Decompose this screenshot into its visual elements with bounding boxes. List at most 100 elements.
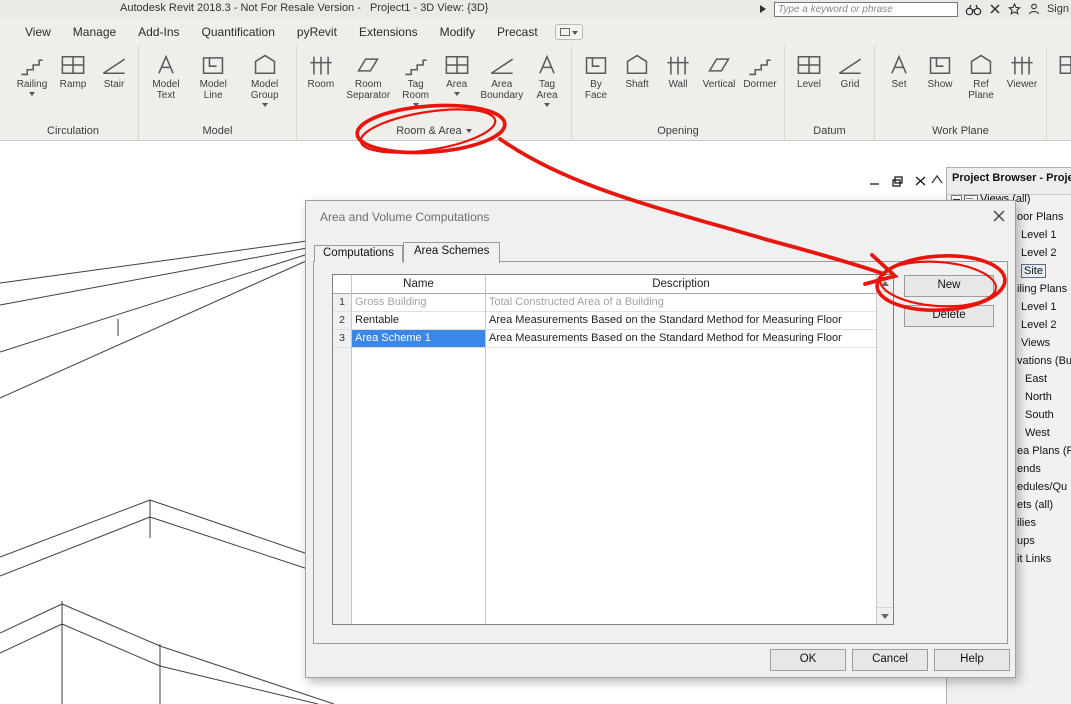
partial-ribbon-group — [1047, 46, 1071, 140]
button-level[interactable]: Level — [789, 50, 829, 90]
rowheader-header-cell — [333, 275, 351, 294]
button-stair[interactable]: Stair — [94, 50, 134, 90]
tree-item-label: Site — [1021, 264, 1046, 278]
tab-modify[interactable]: Modify — [429, 20, 486, 44]
group-label-room-area[interactable]: Room & Area — [297, 121, 571, 140]
button-wall[interactable]: Wall — [658, 50, 698, 90]
row-header-cell[interactable]: 1 — [333, 294, 351, 312]
button-room[interactable]: Room — [301, 50, 341, 90]
tree-item-label: Views — [1021, 337, 1051, 349]
button-label: Area Boundary — [480, 79, 524, 102]
button-model-group[interactable]: Model Group — [238, 50, 292, 110]
tab-extensions[interactable]: Extensions — [348, 20, 429, 44]
button-show[interactable]: Show — [920, 50, 960, 90]
button-label: Area — [446, 79, 468, 90]
button-ramp[interactable]: Ramp — [53, 50, 93, 90]
group-label-work-plane: Work Plane — [875, 121, 1046, 140]
ok-button[interactable]: OK — [770, 649, 846, 671]
button-label: Model Text — [152, 79, 180, 102]
group-label-text: Datum — [813, 124, 846, 137]
button-tag-room[interactable]: Tag Room — [396, 50, 436, 110]
tab-computations[interactable]: Computations — [314, 245, 403, 262]
description-cell[interactable]: Area Measurements Based on the Standard … — [486, 312, 876, 330]
group-label-model: Model — [139, 121, 296, 140]
tab-pyrevit[interactable]: pyRevit — [286, 20, 348, 44]
dropdown-caret-icon — [453, 92, 460, 99]
table-col-name: Name Gross Building Rentable Area Scheme 1 — [352, 275, 486, 624]
tab-quantification[interactable]: Quantification — [191, 20, 286, 44]
scroll-up-icon[interactable] — [877, 275, 893, 292]
button-label: Shaft — [625, 79, 649, 90]
button-room-separator[interactable]: Room Separator — [342, 50, 395, 101]
row-header-cell[interactable]: 3 — [333, 330, 351, 348]
button-set[interactable]: Set — [879, 50, 919, 90]
button-vertical[interactable]: Vertical — [699, 50, 739, 90]
panel-dropdown-icon — [465, 128, 472, 136]
tab-manage[interactable]: Manage — [62, 20, 127, 44]
dialog-close-icon[interactable] — [992, 209, 1006, 223]
button-railing[interactable]: Railing — [12, 50, 52, 99]
button-by-face[interactable]: By Face — [576, 50, 616, 101]
table-col-rowheader: 123 — [333, 275, 352, 624]
button-tag-area[interactable]: Tag Area — [527, 50, 567, 110]
button-label: Show — [927, 79, 953, 90]
table-scrollbar[interactable] — [876, 275, 893, 624]
tab-add-ins[interactable]: Add-Ins — [127, 20, 190, 44]
tree-item-label: oor Plans — [1017, 211, 1064, 223]
button-label: Dormer — [743, 79, 777, 90]
button-area-boundary[interactable]: Area Boundary — [478, 50, 526, 101]
tree-item-label: iling Plans — [1017, 283, 1068, 295]
area-icon — [445, 55, 469, 75]
exchange-apps-icon[interactable] — [989, 3, 1001, 15]
room-icon — [310, 56, 332, 75]
help-button[interactable]: Help — [934, 649, 1010, 671]
button-dormer[interactable]: Dormer — [740, 50, 780, 90]
tree-item-label: West — [1025, 427, 1050, 439]
binoculars-icon[interactable] — [965, 3, 982, 16]
panel-icon — [559, 28, 570, 36]
scrollbar-up-arrow[interactable] — [930, 173, 945, 186]
new-button[interactable]: New — [904, 275, 994, 297]
tree-item-label: edules/Qu — [1017, 481, 1068, 493]
button-model-text[interactable]: Model Text — [143, 50, 189, 101]
description-cell[interactable]: Total Constructed Area of a Building — [486, 294, 876, 312]
button-model-line[interactable]: Model Line — [190, 50, 237, 101]
name-cell[interactable]: Area Scheme 1 — [352, 330, 485, 348]
group-label-text: Opening — [657, 124, 699, 137]
sign-in-label[interactable]: Sign — [1047, 3, 1069, 15]
button-viewer[interactable]: Viewer — [1002, 50, 1042, 90]
partial-button[interactable] — [1051, 50, 1071, 78]
by-face-icon — [585, 57, 607, 75]
ribbon-display-toggle[interactable] — [554, 24, 583, 40]
vertical-icon — [708, 58, 730, 72]
row-header-cell[interactable]: 2 — [333, 312, 351, 330]
delete-button[interactable]: Delete — [904, 305, 994, 327]
description-cell[interactable]: Area Measurements Based on the Standard … — [486, 330, 876, 348]
close-view-icon[interactable] — [914, 175, 927, 187]
button-label: Tag Room — [402, 79, 429, 102]
tab-precast[interactable]: Precast — [486, 20, 549, 44]
tab-view[interactable]: View — [14, 20, 62, 44]
group-label-text: Circulation — [47, 124, 99, 137]
button-area[interactable]: Area — [437, 50, 477, 99]
group-label-text: Model — [202, 124, 233, 137]
name-cell[interactable]: Rentable — [352, 312, 485, 330]
chevron-right-icon[interactable] — [759, 4, 767, 14]
scroll-down-icon[interactable] — [877, 607, 893, 624]
person-icon[interactable] — [1028, 3, 1040, 15]
name-cell[interactable]: Gross Building — [352, 294, 485, 312]
button-grid[interactable]: Grid — [830, 50, 870, 90]
tab-area-schemes[interactable]: Area Schemes — [402, 242, 501, 263]
cancel-button[interactable]: Cancel — [852, 649, 928, 671]
button-ref-plane[interactable]: Ref Plane — [961, 50, 1001, 101]
ribbon-group-datum: Level Grid Datum — [785, 46, 875, 140]
button-shaft[interactable]: Shaft — [617, 50, 657, 90]
star-icon[interactable] — [1007, 3, 1021, 15]
description-header-cell: Description — [486, 275, 876, 294]
minimize-icon[interactable] — [868, 175, 881, 187]
restore-icon[interactable] — [891, 175, 904, 187]
group-label-datum: Datum — [785, 121, 874, 140]
search-input[interactable] — [773, 1, 958, 17]
dropdown-caret-icon — [261, 103, 268, 110]
tree-item-label: ilies — [1017, 517, 1036, 529]
